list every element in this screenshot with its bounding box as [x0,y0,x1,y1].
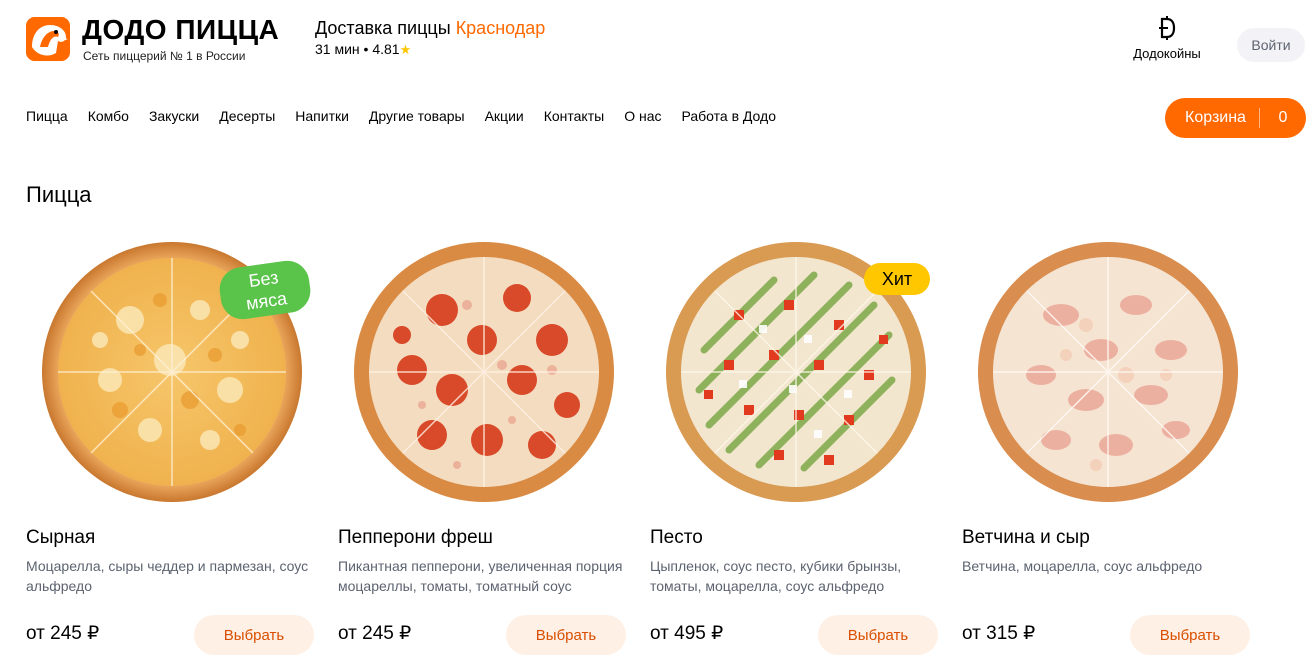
brand-subtitle: Сеть пиццерий № 1 в России [83,49,246,63]
delivery-time: 31 мин [315,41,360,57]
delivery-heading: Доставка пиццы Краснодар [315,17,545,39]
nav-item-combo[interactable]: Комбо [88,108,129,128]
nav-item-contacts[interactable]: Контакты [544,108,604,128]
choose-button[interactable]: Выбрать [1130,615,1250,655]
dodocoin-icon [1159,16,1176,40]
site-header: ДОДО ПИЦЦА Сеть пиццерий № 1 в России До… [0,0,1309,90]
dodocoins-label: Додокойны [1133,46,1201,61]
choose-button[interactable]: Выбрать [194,615,314,655]
product-description: Пикантная пепперони, увеличенная порция … [338,558,623,594]
dodo-logo-icon[interactable] [26,17,70,61]
section-title: Пицца [26,182,92,207]
product-card[interactable]: Пепперони фреш Пикантная пепперони, увел… [338,236,628,666]
cart-button[interactable]: Корзина 0 [1165,98,1306,138]
cart-count: 0 [1278,109,1288,126]
product-name[interactable]: Пепперони фреш [338,526,493,550]
product-price: от 245 ₽ [26,623,100,644]
city-link[interactable]: Краснодар [456,18,546,38]
login-button[interactable]: Войти [1237,28,1305,62]
delivery-label: Доставка пиццы [315,18,451,38]
product-description: Моцарелла, сыры чеддер и пармезан, соус … [26,558,309,594]
delivery-meta: 31 мин • 4.81★ [315,40,411,59]
dodocoins-link[interactable]: Додокойны [1128,16,1206,61]
product-price: от 315 ₽ [962,623,1036,644]
product-description: Цыпленок, соус песто, кубики брынзы, том… [650,558,902,594]
pizza-image-ham-cheese[interactable] [976,240,1241,505]
nav-item-snacks[interactable]: Закуски [149,108,199,128]
nav-item-drinks[interactable]: Напитки [295,108,349,128]
product-card[interactable]: Ветчина и сыр Ветчина, моцарелла, соус а… [962,236,1252,666]
rating-value: 4.81 [372,41,400,57]
product-name[interactable]: Сырная [26,526,95,550]
choose-button[interactable]: Выбрать [818,615,938,655]
product-name[interactable]: Песто [650,526,703,550]
badge-meatless-line2: мяса [244,288,289,314]
main-nav: Пицца Комбо Закуски Десерты Напитки Друг… [26,108,776,128]
product-price: от 495 ₽ [650,623,724,644]
nav-item-promotions[interactable]: Акции [485,108,524,128]
product-description: Ветчина, моцарелла, соус альфредо [962,558,1203,574]
meta-separator: • [363,41,369,57]
cart-label: Корзина [1185,109,1246,126]
nav-item-pizza[interactable]: Пицца [26,108,68,128]
product-price: от 245 ₽ [338,623,412,644]
star-icon: ★ [399,42,412,57]
pizza-image-pepperoni[interactable] [352,240,617,505]
nav-item-desserts[interactable]: Десерты [219,108,275,128]
product-card[interactable]: Без мяса Сырная Моцарелла, сыры чеддер и… [26,236,316,666]
badge-meatless-line1: Без [247,267,280,292]
product-name[interactable]: Ветчина и сыр [962,526,1090,550]
nav-item-about[interactable]: О нас [624,108,661,128]
nav-item-careers[interactable]: Работа в Додо [682,108,777,128]
nav-item-other-goods[interactable]: Другие товары [369,108,465,128]
badge-hit: Хит [864,263,930,295]
brand-title[interactable]: ДОДО ПИЦЦА [82,14,279,46]
product-card[interactable]: Хит Песто Цыпленок, соус песто, кубики б… [650,236,940,666]
choose-button[interactable]: Выбрать [506,615,626,655]
